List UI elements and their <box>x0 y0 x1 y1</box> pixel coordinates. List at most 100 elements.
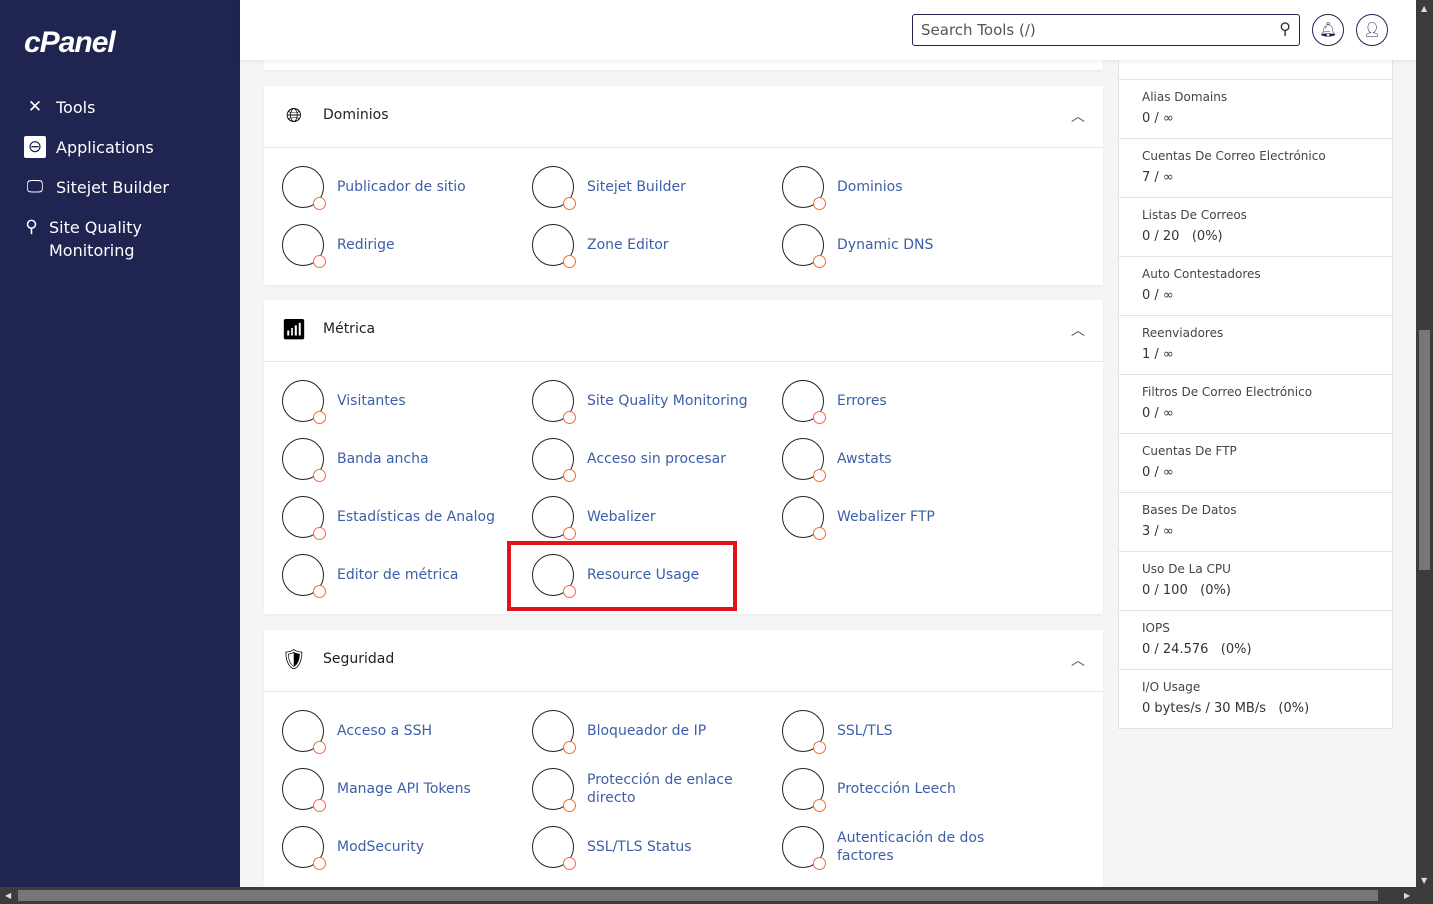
tool-ssl-tls[interactable]: SSL/TLS <box>782 709 1022 754</box>
sidebar-item-site-quality[interactable]: ⚲ Site Quality Monitoring <box>24 216 174 262</box>
sidebar-item-sitejet-builder[interactable]: 🖵 Sitejet Builder <box>24 176 169 199</box>
stat-item: IOPS 0 / 24.576 (0%) <box>1119 610 1392 669</box>
sidebar-item-label: Applications <box>56 138 154 157</box>
stat-item: Uso De La CPU 0 / 100 (0%) <box>1119 551 1392 610</box>
tool-zone-editor[interactable]: Zone Editor <box>532 223 772 268</box>
stat-value: 0 / 20 (0%) <box>1142 229 1223 244</box>
tool-modsecurity[interactable]: ModSecurity <box>282 825 522 870</box>
publicador-de-sitio-icon <box>282 166 326 210</box>
tool-estadi-sticas-de-analog[interactable]: Estadísticas de Analog <box>282 495 522 540</box>
webalizer-ftp-icon <box>782 496 826 540</box>
section-title: Dominios <box>323 107 389 123</box>
tool-sitejet-builder[interactable]: Sitejet Builder <box>532 165 772 210</box>
estadi-sticas-de-analog-icon <box>282 496 326 540</box>
tool-redirige[interactable]: Redirige <box>282 223 522 268</box>
stat-label: Alias Domains <box>1142 90 1228 104</box>
stat-label: Bases De Datos <box>1142 503 1237 517</box>
tool-label: Webalizer <box>587 509 656 525</box>
tool-acceso-a-ssh[interactable]: Acceso a SSH <box>282 709 522 754</box>
chevron-up-icon[interactable]: ︿ <box>1071 106 1085 126</box>
stat-value: 0 / 100 (0%) <box>1142 583 1231 598</box>
tool-acceso-sin-procesar[interactable]: Acceso sin procesar <box>532 437 772 482</box>
tool-site-quality-monitoring[interactable]: Site Quality Monitoring <box>532 379 772 424</box>
stat-value: 0 / ∞ <box>1142 288 1174 303</box>
zone-editor-icon <box>532 224 576 268</box>
stat-value: 7 / ∞ <box>1142 170 1174 185</box>
tool-label: Protección Leech <box>837 781 956 797</box>
tool-label: Sitejet Builder <box>587 179 686 195</box>
chevron-up-icon[interactable]: ︿ <box>1071 320 1085 340</box>
scroll-down-arrow[interactable]: ▼ <box>1421 876 1427 885</box>
tool-dynamic-dns[interactable]: Dynamic DNS <box>782 223 1022 268</box>
user-account-icon[interactable]: 👤︎ <box>1356 14 1388 46</box>
section-header[interactable]: 🌐︎ Dominios ︿ <box>264 86 1103 148</box>
tool-autenticacio-n-de-dos-factores[interactable]: Autenticación de dos factores <box>782 825 1022 870</box>
stat-label: Reenviadores <box>1142 326 1224 340</box>
stat-item: Cuentas De FTP 0 / ∞ <box>1119 433 1392 492</box>
dominios-icon <box>782 166 826 210</box>
tool-label: Acceso a SSH <box>337 723 432 739</box>
section-header[interactable]: 🛡︎ Seguridad ︿ <box>264 630 1103 692</box>
banda-ancha-icon <box>282 438 326 482</box>
stat-label: Auto Contestadores <box>1142 267 1261 281</box>
stat-item: Bases De Datos 3 / ∞ <box>1119 492 1392 551</box>
tool-label: Errores <box>837 393 887 409</box>
stat-label: Cuentas De Correo Electrónico <box>1142 149 1326 163</box>
sidebar-item-label: Site Quality Monitoring <box>48 218 142 260</box>
tool-awstats[interactable]: Awstats <box>782 437 1022 482</box>
sidebar-item-tools[interactable]: ✕ Tools <box>24 96 96 119</box>
section-header[interactable]: 📶︎ Métrica ︿ <box>264 300 1103 362</box>
stat-value: 0 bytes/s / 30 MB/s (0%) <box>1142 701 1310 716</box>
webalizer-icon <box>532 496 576 540</box>
visitantes-icon <box>282 380 326 424</box>
search-icon[interactable]: ⚲ <box>1279 19 1291 38</box>
tool-webalizer-ftp[interactable]: Webalizer FTP <box>782 495 1022 540</box>
redirige-icon <box>282 224 326 268</box>
scroll-right-arrow[interactable]: ▶ <box>1404 891 1410 900</box>
tool-bloqueador-de-ip[interactable]: Bloqueador de IP <box>532 709 772 754</box>
tool-label: Autenticación de dos factores <box>837 830 985 864</box>
sidebar-item-applications[interactable]: ⊖ Applications <box>24 136 154 159</box>
section-icon: 📶︎ <box>281 317 307 341</box>
tool-proteccio-n-leech[interactable]: Protección Leech <box>782 767 1022 812</box>
section-title: Seguridad <box>323 651 395 667</box>
acceso-sin-procesar-icon <box>532 438 576 482</box>
sidebar-item-label: Tools <box>56 98 96 117</box>
tool-label: Publicador de sitio <box>337 179 466 195</box>
stat-label: Listas De Correos <box>1142 208 1247 222</box>
tool-visitantes[interactable]: Visitantes <box>282 379 522 424</box>
stat-item: Listas De Correos 0 / 20 (0%) <box>1119 197 1392 256</box>
tool-banda-ancha[interactable]: Banda ancha <box>282 437 522 482</box>
tool-proteccio-n-de-enlace-directo[interactable]: Protección de enlace directo <box>532 767 772 812</box>
dynamic-dns-icon <box>782 224 826 268</box>
errores-icon <box>782 380 826 424</box>
tool-label: Banda ancha <box>337 451 429 467</box>
tool-label: Manage API Tokens <box>337 781 471 797</box>
tool-label: Site Quality Monitoring <box>587 393 748 409</box>
chevron-up-icon[interactable]: ︿ <box>1071 650 1085 670</box>
tool-label: SSL/TLS <box>837 723 893 739</box>
tool-webalizer[interactable]: Webalizer <box>532 495 772 540</box>
tool-errores[interactable]: Errores <box>782 379 1022 424</box>
vertical-scroll-thumb[interactable] <box>1419 330 1430 570</box>
notifications-bell-icon[interactable]: 🔔︎ <box>1312 14 1344 46</box>
tool-label: Redirige <box>337 237 395 253</box>
tool-dominios[interactable]: Dominios <box>782 165 1022 210</box>
search-input[interactable]: Search Tools (/) ⚲ <box>912 14 1300 46</box>
scroll-left-arrow[interactable]: ◀ <box>5 891 11 900</box>
tool-label: Visitantes <box>337 393 406 409</box>
site-quality-monitoring-icon <box>532 380 576 424</box>
tool-publicador-de-sitio[interactable]: Publicador de sitio <box>282 165 522 210</box>
sidebar-item-label: Sitejet Builder <box>56 178 169 197</box>
cpanel-logo[interactable]: cPanel <box>24 26 116 60</box>
tool-ssl-tls-status[interactable]: SSL/TLS Status <box>532 825 772 870</box>
proteccio-n-de-enlace-directo-icon <box>532 768 576 812</box>
horizontal-scroll-thumb[interactable] <box>18 890 1378 901</box>
section-title: Métrica <box>323 321 376 337</box>
scroll-up-arrow[interactable]: ▲ <box>1421 4 1427 13</box>
tool-editor-de-me-trica[interactable]: Editor de métrica <box>282 553 522 598</box>
tool-label: Acceso sin procesar <box>587 451 726 467</box>
section-icon: 🌐︎ <box>286 103 302 127</box>
sidebar: cPanel ✕ Tools ⊖ Applications 🖵 Sitejet Bui… <box>0 0 240 887</box>
tool-manage-api-tokens[interactable]: Manage API Tokens <box>282 767 522 812</box>
